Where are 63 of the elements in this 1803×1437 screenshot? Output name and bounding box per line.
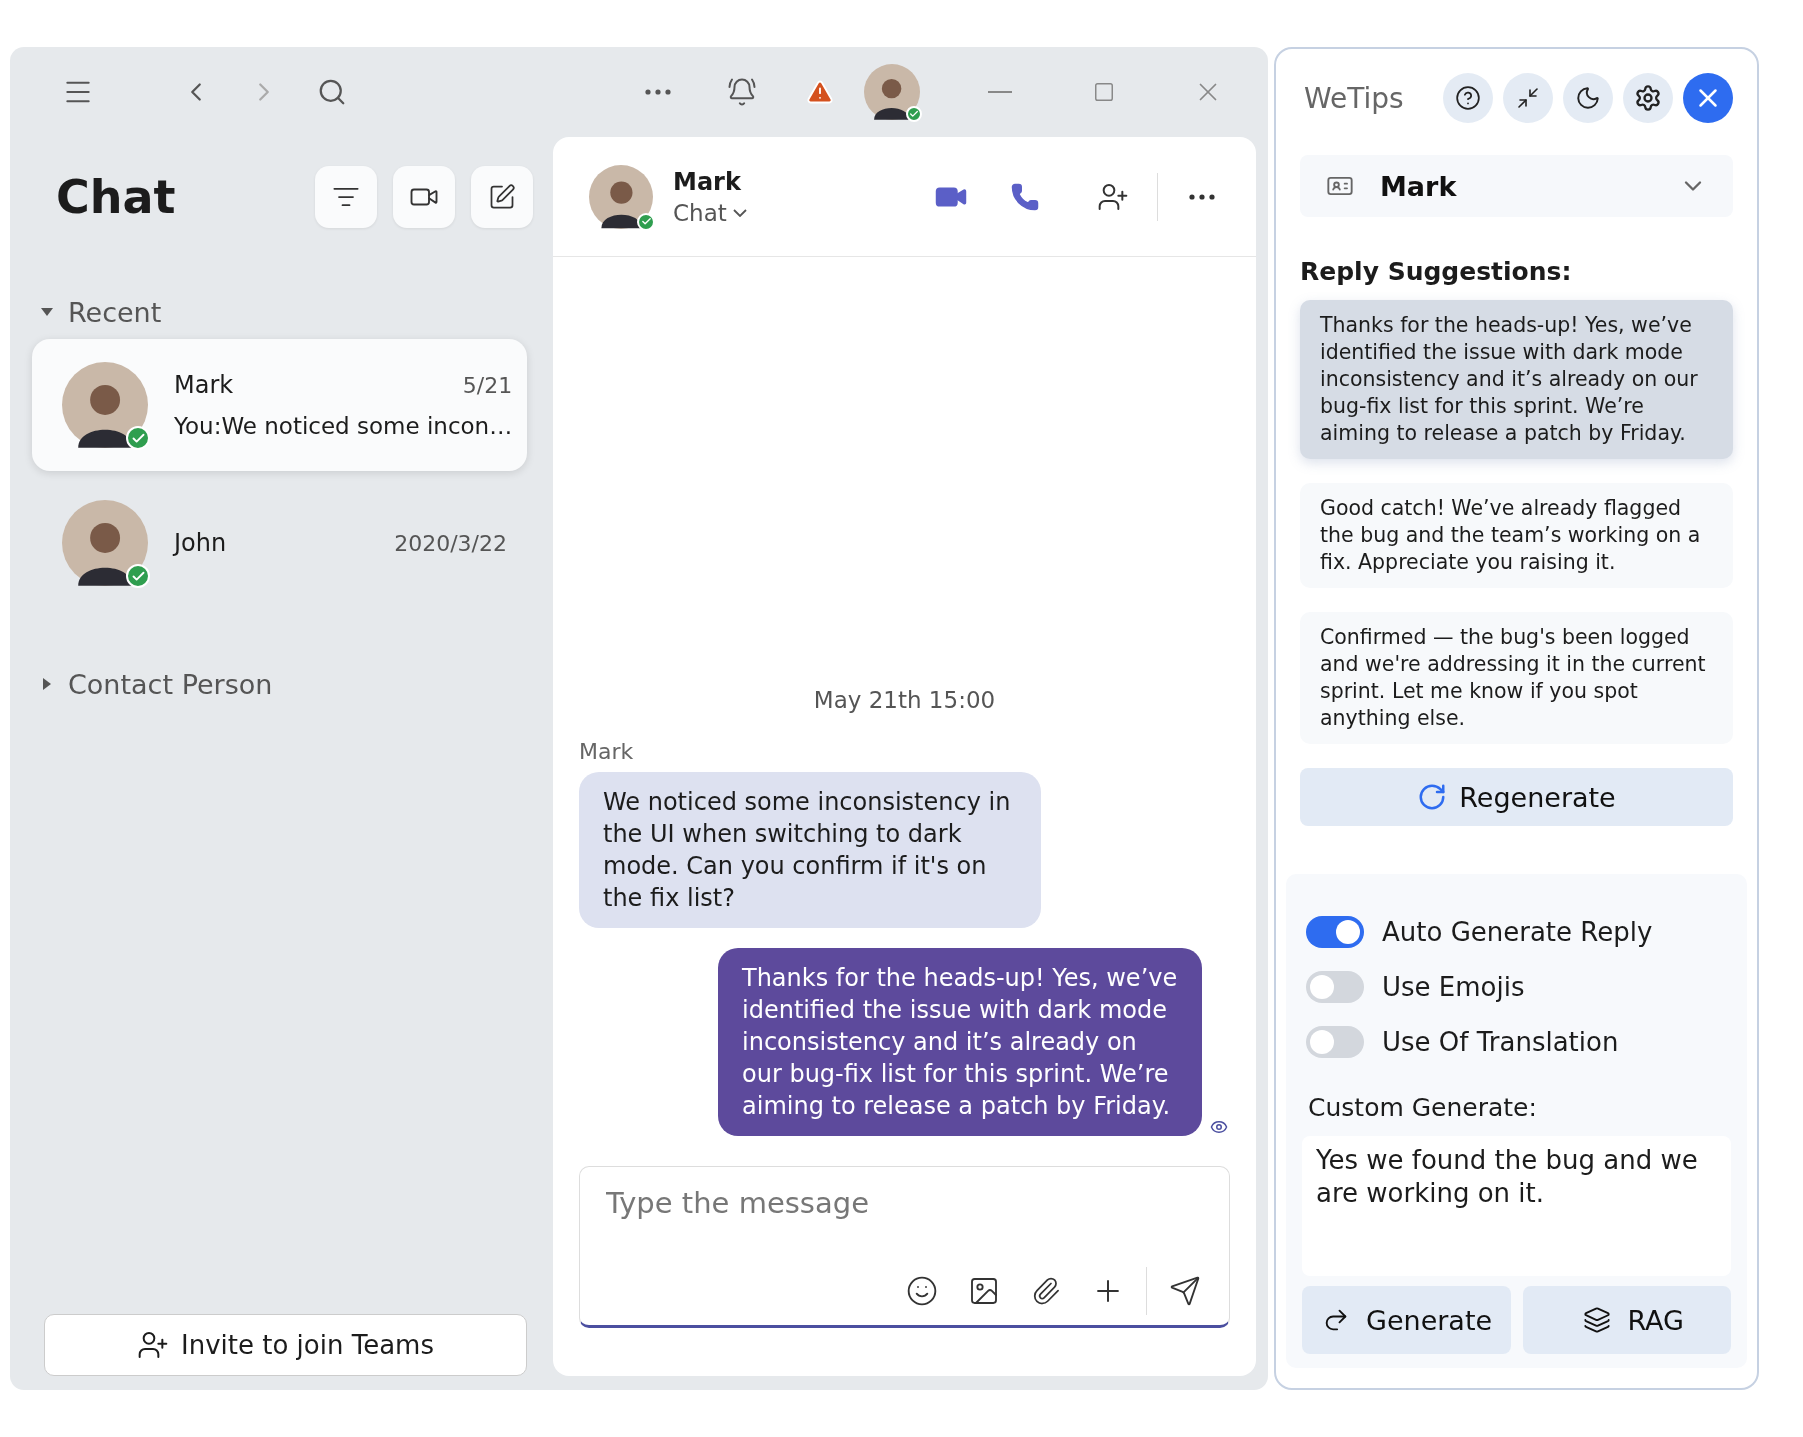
moon-icon	[1575, 85, 1601, 111]
section-header[interactable]: Recent	[32, 285, 170, 339]
chat-dropdown[interactable]: Chat	[673, 199, 747, 226]
chat-list-item[interactable]: John 2020/3/22	[32, 477, 527, 609]
help-icon	[1455, 85, 1481, 111]
filter-button[interactable]	[315, 166, 377, 228]
reply-suggestion[interactable]: Good catch! We’ve already flagged the bug and the team’s working on a fix. Appreciate you raising it.	[1300, 483, 1733, 588]
chat-list-item[interactable]: Mark 5/21 You:We noticed some incon…	[32, 339, 527, 471]
contact-name: Mark	[174, 371, 234, 399]
panel-title: WeTips	[1303, 81, 1405, 115]
settings-icon	[1634, 84, 1662, 112]
close-button[interactable]	[1683, 73, 1733, 123]
field-label: Custom Generate:	[1308, 1093, 1537, 1122]
page-title: Chat	[56, 170, 177, 224]
toggle-switch[interactable]	[1306, 915, 1364, 948]
message-preview: You:We noticed some incon…	[174, 413, 513, 439]
reply-suggestion[interactable]: Thanks for the heads-up! Yes, we’ve identified the issue with dark mode inconsistency and it’s already on our bug-fix list for this sprint. We’re aiming to release a patch by Friday.	[1300, 300, 1733, 459]
toggle-label: Use Emojis	[1382, 971, 1525, 1002]
chat-date: 5/21	[462, 372, 513, 398]
maximize-icon	[1093, 81, 1115, 103]
smiley-icon	[906, 1275, 938, 1307]
message-bubble: Thanks for the heads-up! Yes, we’ve identified the issue with dark mode inconsistency and it’s already on our bug-fix list for this sprint. We’re aiming to release a patch by Friday.	[718, 948, 1202, 1136]
pen-square-icon	[488, 183, 516, 211]
message-bubble: We noticed some inconsistency in the UI when switching to dark mode. Can you confirm if it's on the fix list?	[579, 772, 1041, 928]
settings-button[interactable]	[1623, 73, 1673, 123]
more-icon	[1189, 193, 1215, 200]
paperclip-icon	[1031, 1276, 1061, 1306]
contact-name: Mark	[673, 167, 742, 196]
user-plus-icon	[137, 1329, 169, 1361]
bell-icon	[727, 77, 757, 107]
chevron-down-icon	[732, 208, 747, 217]
video-call-button[interactable]	[393, 166, 455, 228]
toggle-label: Use Of Translation	[1382, 1026, 1619, 1057]
phone-icon	[1010, 181, 1040, 212]
layers-icon	[1583, 1306, 1612, 1334]
image-icon	[968, 1275, 1000, 1307]
contact-name: John	[174, 529, 227, 557]
warning-icon	[806, 78, 834, 106]
reply-suggestion[interactable]: Confirmed — the bug's been logged and we're addressing it in the current sprint. Let me know if you spot anything else.	[1300, 612, 1733, 744]
send-icon	[1169, 1275, 1201, 1307]
rag-button[interactable]: RAG	[1522, 1286, 1731, 1354]
chat-date: 2020/3/22	[394, 530, 507, 556]
generate-button[interactable]: Generate	[1302, 1286, 1511, 1354]
invite-button[interactable]: Invite to join Teams	[44, 1314, 527, 1376]
date-divider: May 21th 15:00	[813, 687, 996, 713]
toggle-switch[interactable]	[1306, 1025, 1364, 1058]
help-button[interactable]	[1443, 73, 1493, 123]
new-chat-button[interactable]	[471, 166, 533, 228]
toggle-switch[interactable]	[1306, 970, 1364, 1003]
toggle-label: Auto Generate Reply	[1382, 916, 1653, 947]
section-header[interactable]: Contact Person	[32, 657, 281, 711]
dark-mode-button[interactable]	[1563, 73, 1613, 123]
sender-name: Mark	[579, 739, 634, 764]
minimize-icon	[988, 91, 1012, 93]
more-icon	[645, 89, 671, 95]
refresh-icon	[1417, 782, 1448, 812]
regenerate-button[interactable]: Regenerate	[1300, 768, 1733, 826]
custom-prompt-field[interactable]: Yes we found the bug and we are working on it.	[1302, 1136, 1731, 1276]
contact-dropdown[interactable]: Mark	[1300, 155, 1733, 217]
section-heading: Reply Suggestions:	[1300, 257, 1573, 286]
shrink-button[interactable]	[1503, 73, 1553, 123]
search-icon	[317, 77, 347, 107]
shrink-arrows-icon	[1516, 86, 1540, 110]
